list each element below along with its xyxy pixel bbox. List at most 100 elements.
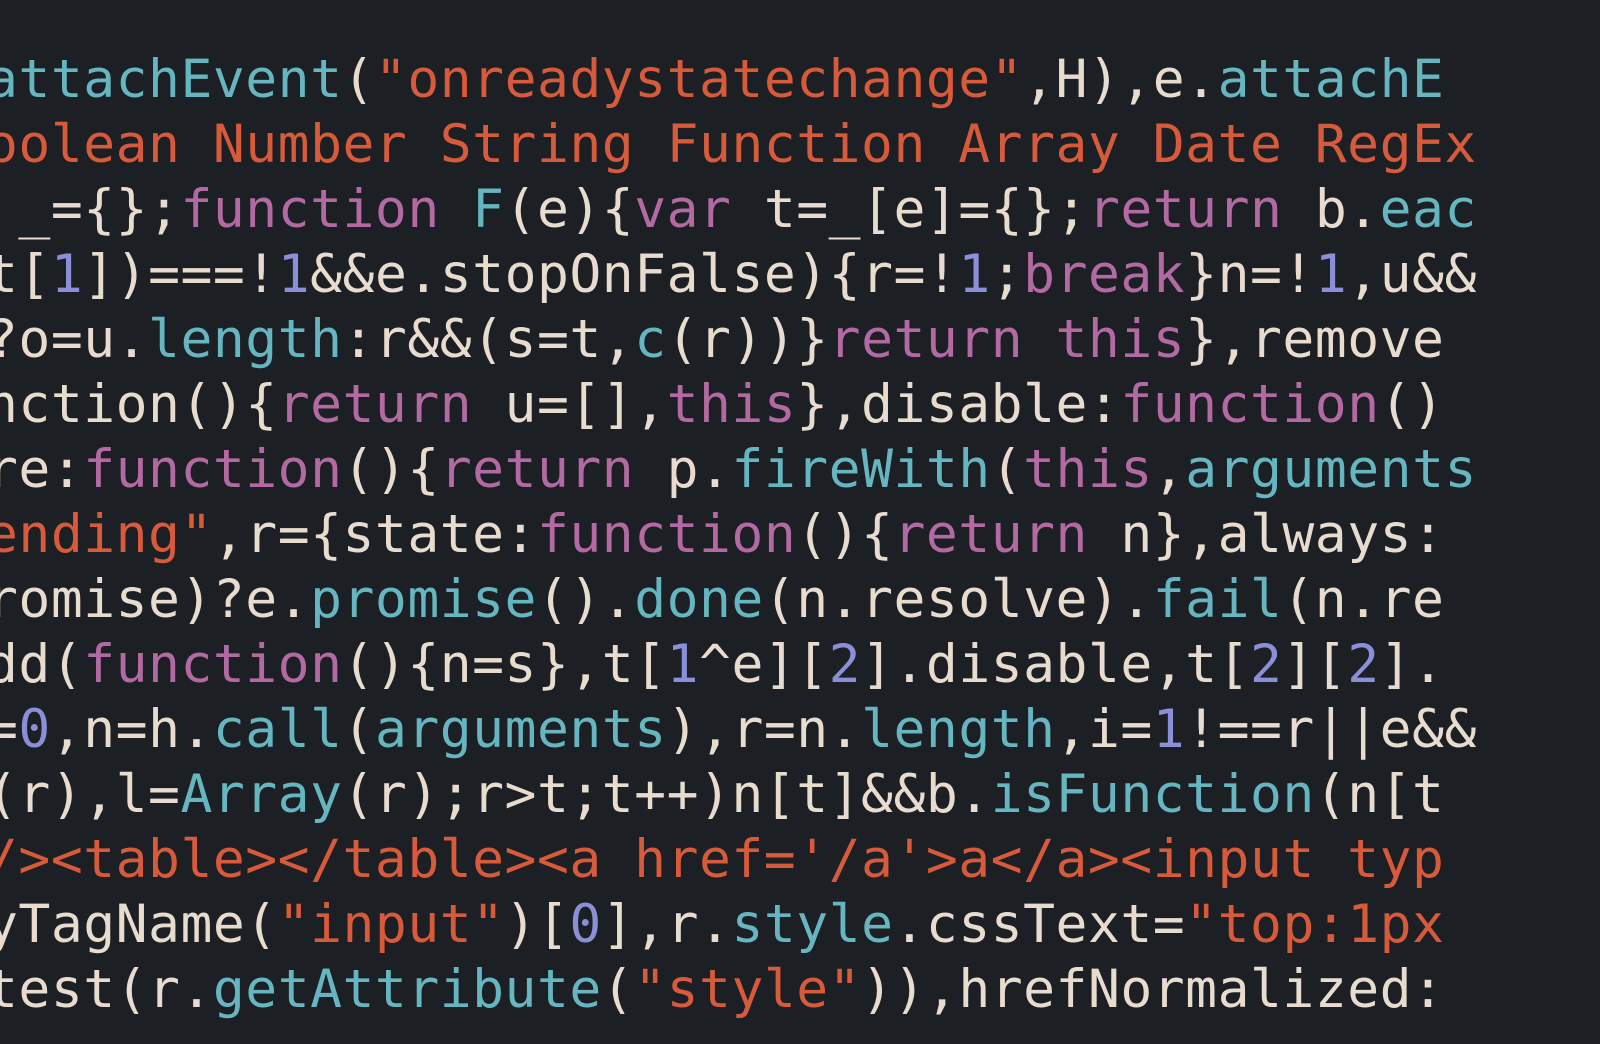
token-fn: call: [213, 699, 343, 760]
token-fn: fail: [1153, 569, 1283, 630]
token-pn: &&e.stopOnFalse){r=!: [310, 244, 958, 305]
token-fn: attachEvent: [0, 49, 343, 110]
token-pn: ].: [1380, 634, 1445, 695]
token-pn: re:: [0, 439, 83, 500]
token-pn: (n.re: [1282, 569, 1444, 630]
token-kw: var: [634, 179, 731, 240]
token-kw: return: [278, 374, 472, 435]
code-line[interactable]: _={};function F(e){var t=_[e]={};return …: [0, 177, 1477, 242]
token-pn: yTagName(: [0, 894, 278, 955]
token-pn: ().: [537, 569, 634, 630]
code-line[interactable]: ?o=u.length:r&&(s=t,c(r))}return this},r…: [0, 307, 1477, 372]
token-kw: function: [537, 504, 796, 565]
token-num: 1: [667, 634, 699, 695]
token-kw: return: [893, 504, 1087, 565]
token-pn: (r))}: [667, 309, 829, 370]
code-line[interactable]: yTagName("input")[0],r.style.cssText="to…: [0, 892, 1477, 957]
token-pn: b.: [1282, 179, 1379, 240]
token-strQ: ": [829, 959, 861, 1020]
token-pn: t[: [0, 244, 51, 305]
token-kw: return this: [829, 309, 1186, 370]
code-line[interactable]: attachEvent("onreadystatechange",H),e.at…: [0, 47, 1477, 112]
token-fn: c: [634, 309, 666, 370]
code-line[interactable]: nction(){return u=[],this},disable:funct…: [0, 372, 1477, 437]
token-fn: eac: [1380, 179, 1477, 240]
token-pn: (e){: [505, 179, 635, 240]
token-fn: attachE: [1218, 49, 1445, 110]
token-kw: function: [83, 439, 342, 500]
token-pn: t=_[e]={};: [731, 179, 1088, 240]
token-str: oolean Number String Function Array Date…: [0, 114, 1477, 175]
token-pn: (r);r>t;t++)n[t]&&b.: [343, 764, 991, 825]
token-pn: ,n=h.: [51, 699, 213, 760]
token-pn: (){n=s},t[: [343, 634, 667, 695]
code-editor-viewport[interactable]: attachEvent("onreadystatechange",H),e.at…: [0, 47, 1477, 1022]
token-pn: ,i=: [1056, 699, 1153, 760]
token-kw: function: [180, 179, 439, 240]
code-line[interactable]: re:function(){return p.fireWith(this,arg…: [0, 437, 1477, 502]
token-pn: ;: [991, 244, 1023, 305]
token-num: 1: [278, 244, 310, 305]
token-num: 2: [1347, 634, 1379, 695]
token-pn: ,r={state:: [213, 504, 537, 565]
code-line[interactable]: dd(function(){n=s},t[1^e][2].disable,t[2…: [0, 632, 1477, 697]
code-line[interactable]: (r),l=Array(r);r>t;t++)n[t]&&b.isFunctio…: [0, 762, 1477, 827]
code-line[interactable]: ending",r={state:function(){return n},al…: [0, 502, 1477, 567]
token-str: /><table></table><a href='/a'>a</a><inpu…: [0, 829, 1444, 890]
token-pn: _={};: [0, 179, 180, 240]
token-num: 2: [1250, 634, 1282, 695]
token-num: 1: [1153, 699, 1185, 760]
token-pn: (){: [796, 504, 893, 565]
token-str: ending": [0, 504, 213, 565]
token-pn: },remove: [1185, 309, 1444, 370]
token-pn: dd(: [0, 634, 83, 695]
token-pn: }n=!: [1185, 244, 1315, 305]
token-kw: this: [667, 374, 797, 435]
token-str: top:1px: [1218, 894, 1445, 955]
code-line[interactable]: oolean Number String Function Array Date…: [0, 112, 1477, 177]
token-kw: break: [1023, 244, 1185, 305]
token-strQ: ": [472, 894, 504, 955]
token-pn: :r&&(s=t,: [343, 309, 635, 370]
token-fn: length: [861, 699, 1055, 760]
token-fn: promise: [310, 569, 537, 630]
token-strQ: ": [1185, 894, 1217, 955]
code-line[interactable]: romise)?e.promise().done(n.resolve).fail…: [0, 567, 1477, 632]
token-pn: romise)?e.: [0, 569, 310, 630]
token-fn: fireWith: [731, 439, 990, 500]
token-fn: getAttribute: [213, 959, 602, 1020]
token-strQ: ": [375, 49, 407, 110]
token-pn: ,: [1153, 439, 1185, 500]
token-pn: (: [602, 959, 634, 1020]
token-pn: (: [343, 699, 375, 760]
token-kw: function: [83, 634, 342, 695]
token-pn: ),r=n.: [667, 699, 861, 760]
token-pn: (: [991, 439, 1023, 500]
token-pn: u=[],: [472, 374, 666, 435]
token-pn: n},always:: [1088, 504, 1445, 565]
token-pn: ])===!: [83, 244, 277, 305]
token-pn: test(r.: [0, 959, 213, 1020]
token-pn: (n.resolve).: [764, 569, 1153, 630]
token-pn: ][: [1282, 634, 1347, 695]
token-strQ: ": [991, 49, 1023, 110]
token-str: onreadystatechange: [407, 49, 990, 110]
token-pn: (: [343, 49, 375, 110]
token-pn: =: [0, 699, 18, 760]
token-kw: this: [1023, 439, 1153, 500]
token-pn: )),hrefNormalized:: [861, 959, 1444, 1020]
token-pn: ?o=u.: [0, 309, 148, 370]
code-line[interactable]: =0,n=h.call(arguments),r=n.length,i=1!==…: [0, 697, 1477, 762]
token-fn: isFunction: [991, 764, 1315, 825]
token-kw: function: [1120, 374, 1379, 435]
code-line[interactable]: /><table></table><a href='/a'>a</a><inpu…: [0, 827, 1477, 892]
token-fn: style: [731, 894, 893, 955]
token-pn: [440, 179, 472, 240]
code-line[interactable]: test(r.getAttribute("style")),hrefNormal…: [0, 957, 1477, 1022]
token-pn: ,H),e.: [1023, 49, 1217, 110]
code-line[interactable]: t[1])===!1&&e.stopOnFalse){r=!1;break}n=…: [0, 242, 1477, 307]
token-pn: p.: [634, 439, 731, 500]
token-fn: F: [472, 179, 504, 240]
token-pn: )[: [505, 894, 570, 955]
token-pn: ],r.: [602, 894, 732, 955]
